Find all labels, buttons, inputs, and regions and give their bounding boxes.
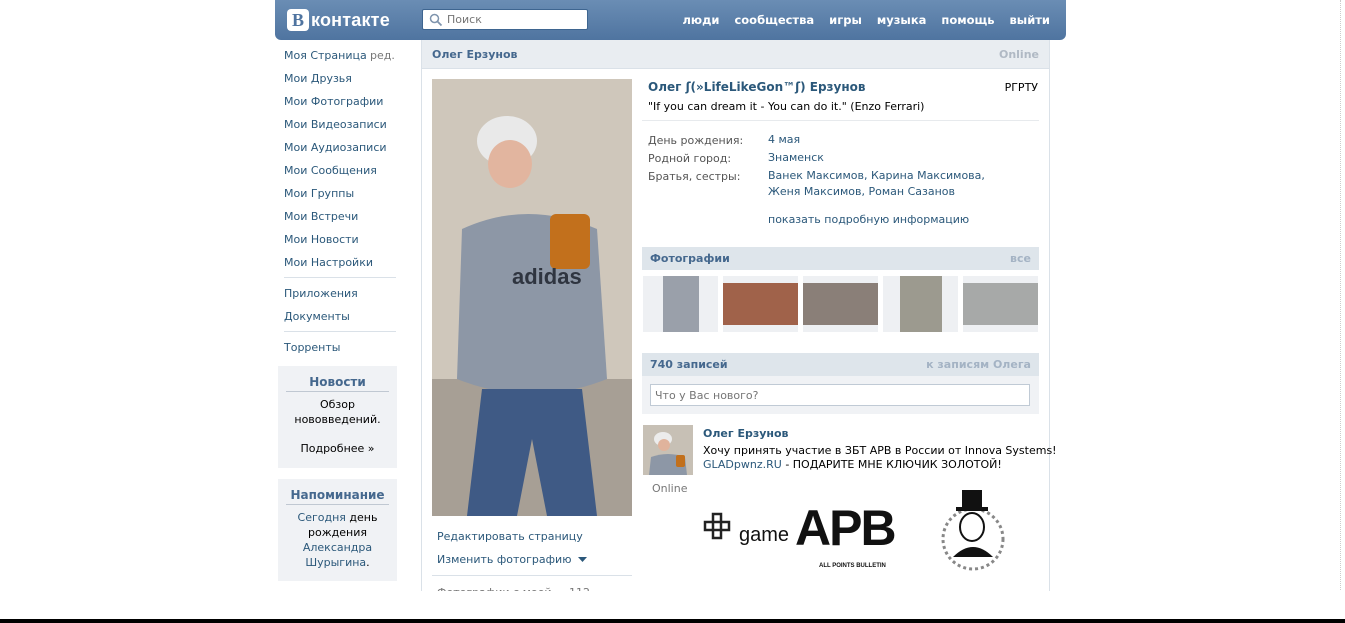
sidebar-item-apps[interactable]: Приложения xyxy=(278,282,400,305)
birthday-value[interactable]: 4 мая xyxy=(768,132,800,148)
sidebar-item-documents[interactable]: Документы xyxy=(278,305,400,328)
new-post-input[interactable] xyxy=(650,384,1030,406)
change-photo-label: Изменить фотографию xyxy=(437,553,572,566)
profile-short-name: Олег Ерзунов xyxy=(432,48,518,61)
profile-name-bar: Олег Ерзунов Online xyxy=(422,40,1049,69)
sidebar-divider xyxy=(284,277,396,278)
top-header: В контакте люди сообщества игры музыка п… xyxy=(275,0,1066,40)
reminder-today-link[interactable]: Сегодня xyxy=(298,511,346,524)
nav-logout[interactable]: выйти xyxy=(1010,13,1050,27)
top-nav: люди сообщества игры музыка помощь выйти xyxy=(668,0,1051,40)
online-status: Online xyxy=(998,48,1039,61)
birthday-label: День рождения: xyxy=(648,134,744,147)
profile-status: "If you can dream it - You can do it." (… xyxy=(648,100,925,113)
photo-divider xyxy=(432,575,632,576)
page-scrollbar[interactable] xyxy=(1340,0,1345,590)
change-photo-link[interactable]: Изменить фотографию xyxy=(437,553,587,566)
sidebar-item-audio[interactable]: Мои Аудиозаписи xyxy=(278,136,400,159)
sidebar-item-friends[interactable]: Мои Друзья xyxy=(278,67,400,90)
search-input[interactable] xyxy=(447,13,587,26)
siblings-value[interactable]: Ванек Максимов, Карина Максимова, Женя М… xyxy=(768,168,998,200)
post-line1: Хочу принять участие в ЗБТ APB в России … xyxy=(703,444,1057,457)
sidebar-divider xyxy=(284,331,396,332)
university[interactable]: РГРТУ xyxy=(1005,81,1038,94)
wall-section-header: 740 записей к записям Олега xyxy=(642,353,1039,376)
reminder-dot: . xyxy=(366,556,370,569)
game-plus-icon xyxy=(703,512,731,540)
post-image[interactable]: game APB ALL POINTS BULLETIN xyxy=(703,487,1009,577)
reminder-box-title: Напоминание xyxy=(286,488,389,505)
photos-title[interactable]: Фотографии xyxy=(650,252,730,265)
post-author-avatar[interactable] xyxy=(643,425,693,475)
banner-apb-sub: ALL POINTS BULLETIN xyxy=(819,563,886,569)
post-text: Хочу принять участие в ЗБТ APB в России … xyxy=(703,444,1057,472)
reminder-box: Напоминание Сегодня день рождения Алекса… xyxy=(278,479,397,581)
sidebar-item-events[interactable]: Мои Встречи xyxy=(278,205,400,228)
sidebar-item-videos[interactable]: Мои Видеозаписи xyxy=(278,113,400,136)
nav-games[interactable]: игры xyxy=(829,13,862,27)
nav-music[interactable]: музыка xyxy=(877,13,927,27)
photos-section-header: Фотографии все xyxy=(642,247,1039,270)
news-more-link[interactable]: Подробнее » xyxy=(286,441,389,456)
sidebar-item-messages[interactable]: Мои Сообщения xyxy=(278,159,400,182)
nav-help[interactable]: помощь xyxy=(941,13,994,27)
siblings-label: Братья, сестры: xyxy=(648,170,741,183)
vk-logo-text: контакте xyxy=(311,9,390,30)
sidebar-item-settings[interactable]: Мои Настройки xyxy=(278,251,400,274)
nav-people[interactable]: люди xyxy=(683,13,720,27)
cut-off-text: Фотографии с моей ... 112 xyxy=(437,586,590,591)
banner-game-text: game xyxy=(739,524,789,546)
left-nav: Моя Страница ред. Мои Друзья Мои Фотогра… xyxy=(278,44,400,359)
chevron-down-icon xyxy=(577,557,587,562)
photo-thumb[interactable] xyxy=(963,276,1038,332)
sidebar-item-torrents[interactable]: Торренты xyxy=(278,336,400,359)
photo-thumb[interactable] xyxy=(803,276,878,332)
edit-link[interactable]: ред. xyxy=(370,44,395,67)
news-box-text: Обзор нововведений. xyxy=(294,398,381,426)
vk-logo[interactable]: В контакте xyxy=(287,8,390,32)
news-box-title: Новости xyxy=(286,375,389,392)
svg-text:adidas: adidas xyxy=(512,264,582,289)
post-author-online: Online xyxy=(652,482,688,495)
edit-page-link[interactable]: Редактировать страницу xyxy=(437,530,583,543)
profile-photo-image: adidas xyxy=(432,79,632,516)
hometown-value[interactable]: Знаменск xyxy=(768,150,824,166)
profile-full-name: Олег ʃ(»LifeLikeGon™ʃ) Ерзунов xyxy=(648,80,866,94)
vk-logo-letter: В xyxy=(287,9,309,31)
hometown-label: Родной город: xyxy=(648,152,732,165)
show-more-info-link[interactable]: показать подробную информацию xyxy=(768,212,969,228)
photos-all-link[interactable]: все xyxy=(1010,252,1031,265)
sidebar-item-groups[interactable]: Мои Группы xyxy=(278,182,400,205)
search-box[interactable] xyxy=(422,9,588,30)
post-link[interactable]: GLADpwnz.RU xyxy=(703,458,782,471)
profile-photo[interactable]: adidas xyxy=(432,79,632,516)
bottom-edge xyxy=(0,619,1345,623)
info-divider xyxy=(642,120,1039,121)
sidebar-item-my-page[interactable]: Моя Страница ред. xyxy=(278,44,400,67)
reminder-person-link[interactable]: Александра Шурыгина xyxy=(303,541,372,569)
photo-thumb[interactable] xyxy=(643,276,718,332)
wall-count[interactable]: 740 записей xyxy=(650,358,728,371)
nav-communities[interactable]: сообщества xyxy=(734,13,814,27)
reminder-text: Сегодня день рождения Александра Шурыгин… xyxy=(286,510,389,570)
news-box: Новости Обзор нововведений. Подробнее » xyxy=(278,366,397,468)
apb-banner: game APB ALL POINTS BULLETIN xyxy=(703,490,1005,571)
sidebar-item-photos[interactable]: Мои Фотографии xyxy=(278,90,400,113)
wall-all-link[interactable]: к записям Олега xyxy=(926,358,1031,371)
gentleman-logo-icon xyxy=(941,490,1005,571)
photo-thumb[interactable] xyxy=(723,276,798,332)
banner-apb-text: APB xyxy=(795,500,895,556)
post-line2: - ПОДАРИТЕ МНЕ КЛЮЧИК ЗОЛОТОЙ! xyxy=(781,458,1002,471)
sidebar-item-news[interactable]: Мои Новости xyxy=(278,228,400,251)
search-icon xyxy=(429,13,443,26)
avatar-image xyxy=(643,425,693,475)
post-author-name[interactable]: Олег Ерзунов xyxy=(703,427,789,440)
my-page-label: Моя Страница xyxy=(284,49,367,62)
photo-thumb[interactable] xyxy=(883,276,958,332)
